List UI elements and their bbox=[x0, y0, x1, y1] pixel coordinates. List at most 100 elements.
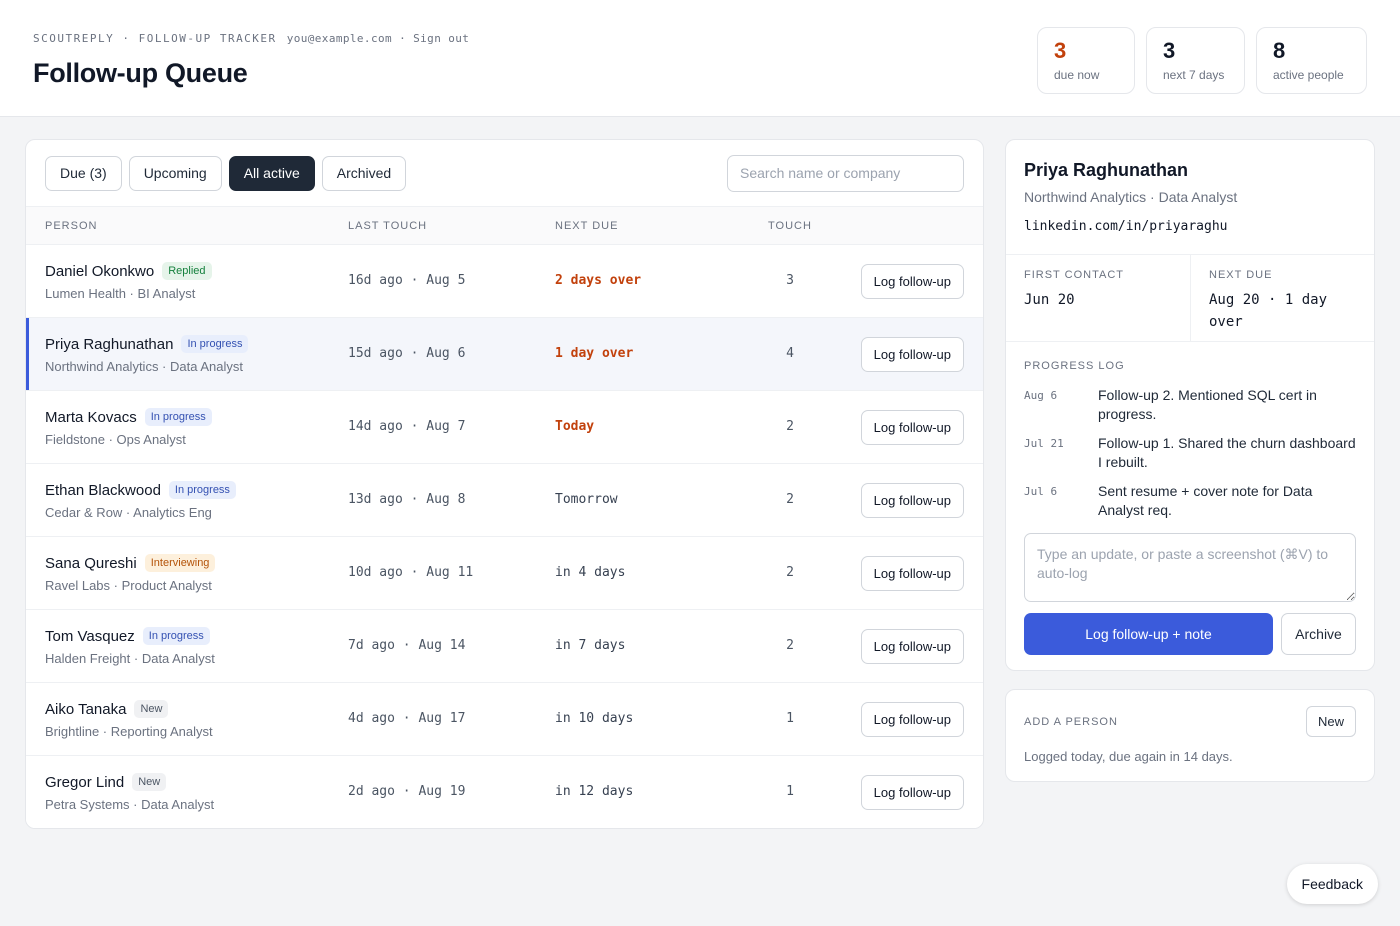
progress-log-label: PROGRESS LOG bbox=[1024, 360, 1125, 372]
person-name: Marta Kovacs bbox=[45, 408, 137, 426]
person-org: Ravel Labs · Product Analyst bbox=[45, 578, 212, 593]
last-touch: 14d ago · Aug 7 bbox=[348, 419, 466, 434]
touch-count: 1 bbox=[786, 711, 794, 726]
log-follow-up-button[interactable]: Log follow-up bbox=[860, 264, 964, 299]
note-textarea[interactable] bbox=[1024, 533, 1356, 602]
status-badge: In progress bbox=[144, 408, 212, 426]
next-due: in 10 days bbox=[555, 711, 634, 726]
log-follow-up-button[interactable]: Log follow-up bbox=[860, 775, 964, 810]
stat-due-now: 3 due now bbox=[1037, 27, 1135, 94]
next-due: Tomorrow bbox=[555, 492, 618, 507]
stat-active-people: 8 active people bbox=[1256, 27, 1367, 94]
last-touch: 7d ago · Aug 14 bbox=[348, 638, 466, 653]
touch-count: 2 bbox=[786, 565, 794, 580]
add-person-message: Logged today, due again in 14 days. bbox=[1024, 749, 1233, 764]
status-badge: In progress bbox=[181, 335, 249, 353]
person-detail-panel: Priya Raghunathan Northwind Analytics · … bbox=[1005, 139, 1375, 671]
last-touch: 10d ago · Aug 11 bbox=[348, 565, 474, 580]
touch-count: 2 bbox=[786, 638, 794, 653]
col-next-due: NEXT DUE bbox=[555, 219, 619, 232]
person-org: Northwind Analytics · Data Analyst bbox=[45, 359, 243, 374]
person-name: Daniel Okonkwo bbox=[45, 262, 155, 280]
stat-next-7-days: 3 next 7 days bbox=[1146, 27, 1245, 94]
log-follow-up-button[interactable]: Log follow-up bbox=[860, 702, 964, 737]
stat-value: 3 bbox=[1163, 38, 1176, 63]
last-touch: 13d ago · Aug 8 bbox=[348, 492, 466, 507]
first-contact-label: FIRST CONTACT bbox=[1024, 269, 1124, 281]
status-badge: New bbox=[132, 773, 167, 791]
add-person-card: ADD A PERSON New Logged today, due again… bbox=[1005, 689, 1375, 782]
filter-archived[interactable]: Archived bbox=[321, 155, 407, 191]
last-touch: 16d ago · Aug 5 bbox=[348, 273, 466, 288]
status-badge: New bbox=[134, 700, 169, 718]
person-org: Halden Freight · Data Analyst bbox=[45, 651, 215, 666]
page-title: Follow-up Queue bbox=[33, 58, 248, 88]
add-person-label: ADD A PERSON bbox=[1024, 716, 1118, 728]
log-date: Aug 6 bbox=[1024, 389, 1058, 402]
col-touch: TOUCH bbox=[768, 219, 812, 232]
filter-upcoming[interactable]: Upcoming bbox=[128, 155, 222, 191]
brand-name: SCOUTREPLY · FOLLOW-UP TRACKER bbox=[33, 32, 277, 45]
table-row[interactable]: Priya Raghunathan In progress Northwind … bbox=[26, 318, 983, 391]
last-touch: 4d ago · Aug 17 bbox=[348, 711, 466, 726]
filter-all-active[interactable]: All active bbox=[228, 155, 315, 191]
person-name: Sana Qureshi bbox=[45, 554, 137, 572]
person-org: Lumen Health · BI Analyst bbox=[45, 286, 196, 301]
log-follow-up-button[interactable]: Log follow-up bbox=[860, 483, 964, 518]
person-org: Brightline · Reporting Analyst bbox=[45, 724, 213, 739]
next-due: 2 days over bbox=[555, 273, 642, 288]
stat-label: next 7 days bbox=[1163, 68, 1225, 82]
log-entry: Aug 6 Follow-up 2. Mentioned SQL cert in… bbox=[1024, 386, 1358, 424]
first-contact-value: Jun 20 bbox=[1024, 292, 1075, 308]
next-due: 1 day over bbox=[555, 346, 634, 361]
next-due: in 12 days bbox=[555, 784, 634, 799]
touch-count: 2 bbox=[786, 492, 794, 507]
person-name: Aiko Tanaka bbox=[45, 700, 127, 718]
feedback-button[interactable]: Feedback bbox=[1286, 864, 1378, 904]
next-due-value: Aug 20 · 1 day over bbox=[1209, 292, 1328, 330]
filter-toolbar: Due (3) Upcoming All active Archived bbox=[26, 140, 983, 207]
search-input[interactable] bbox=[727, 154, 964, 192]
log-follow-up-button[interactable]: Log follow-up bbox=[860, 337, 964, 372]
status-badge: Interviewing bbox=[144, 554, 216, 572]
table-row[interactable]: Ethan Blackwood In progress Cedar & Row … bbox=[26, 464, 983, 537]
filter-due[interactable]: Due (3) bbox=[45, 155, 122, 191]
next-due: in 4 days bbox=[555, 565, 626, 580]
log-follow-up-button[interactable]: Log follow-up bbox=[860, 556, 964, 591]
archive-button[interactable]: Archive bbox=[1281, 613, 1356, 655]
table-row[interactable]: Daniel Okonkwo Replied Lumen Health · BI… bbox=[26, 245, 983, 318]
table-row[interactable]: Marta Kovacs In progress Fieldstone · Op… bbox=[26, 391, 983, 464]
separator: · bbox=[399, 32, 407, 45]
status-badge: In progress bbox=[142, 627, 210, 645]
log-entry: Jul 6 Sent resume + cover note for Data … bbox=[1024, 482, 1358, 520]
touch-count: 2 bbox=[786, 419, 794, 434]
log-follow-up-button[interactable]: Log follow-up bbox=[860, 410, 964, 445]
table-row[interactable]: Gregor Lind New Petra Systems · Data Ana… bbox=[26, 756, 983, 828]
detail-subtitle: Northwind Analytics · Data Analyst bbox=[1024, 189, 1238, 205]
new-person-button[interactable]: New bbox=[1305, 706, 1356, 737]
touch-count: 4 bbox=[786, 346, 794, 361]
person-name: Tom Vasquez bbox=[45, 627, 135, 645]
table-row[interactable]: Aiko Tanaka New Brightline · Reporting A… bbox=[26, 683, 983, 756]
table-row[interactable]: Tom Vasquez In progress Halden Freight ·… bbox=[26, 610, 983, 683]
log-text: Follow-up 1. Shared the churn dashboard … bbox=[1098, 435, 1356, 470]
log-text: Sent resume + cover note for Data Analys… bbox=[1098, 483, 1313, 518]
stat-label: active people bbox=[1273, 68, 1344, 82]
log-entry: Jul 21 Follow-up 1. Shared the churn das… bbox=[1024, 434, 1358, 472]
brand-line: SCOUTREPLY · FOLLOW-UP TRACKER you@examp… bbox=[33, 32, 469, 45]
table-row[interactable]: Sana Qureshi Interviewing Ravel Labs · P… bbox=[26, 537, 983, 610]
touch-count: 1 bbox=[786, 784, 794, 799]
log-follow-up-note-button[interactable]: Log follow-up + note bbox=[1024, 613, 1273, 655]
person-name: Gregor Lind bbox=[45, 773, 125, 791]
app-header: SCOUTREPLY · FOLLOW-UP TRACKER you@examp… bbox=[0, 0, 1400, 117]
queue-card: Due (3) Upcoming All active Archived PER… bbox=[25, 139, 984, 829]
person-name: Ethan Blackwood bbox=[45, 481, 161, 499]
detail-linkedin-link[interactable]: linkedin.com/in/priyaraghu bbox=[1024, 219, 1228, 234]
log-follow-up-button[interactable]: Log follow-up bbox=[860, 629, 964, 664]
person-name: Priya Raghunathan bbox=[45, 335, 174, 353]
sign-out-link[interactable]: Sign out bbox=[413, 32, 469, 45]
stat-value: 3 bbox=[1054, 38, 1067, 63]
next-due-cell: NEXT DUE Aug 20 · 1 day over bbox=[1191, 255, 1376, 341]
log-date: Jul 6 bbox=[1024, 485, 1058, 498]
status-badge: In progress bbox=[168, 481, 236, 499]
